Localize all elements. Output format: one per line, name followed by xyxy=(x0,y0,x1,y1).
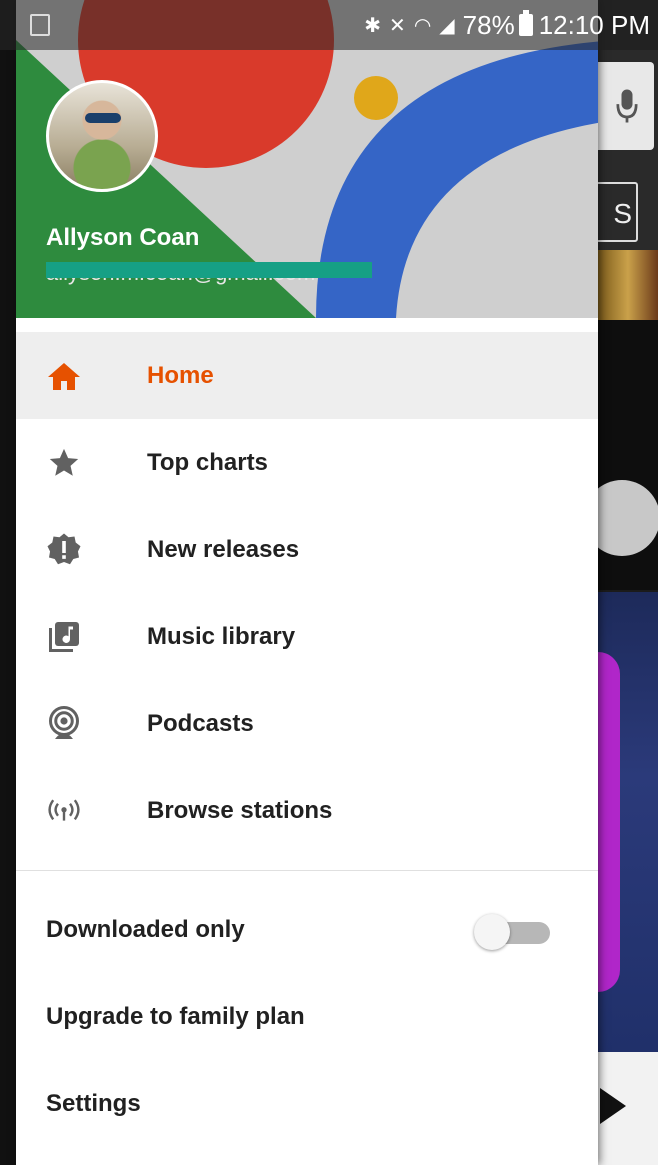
menu-item-home[interactable]: Home xyxy=(16,332,598,419)
menu-item-podcasts[interactable]: Podcasts xyxy=(16,680,598,767)
menu-item-new-releases[interactable]: New releases xyxy=(16,506,598,593)
bg-album-tiles xyxy=(598,250,658,320)
drawer-menu: Home Top charts New releases Music libra… xyxy=(16,332,598,854)
home-icon xyxy=(46,358,82,394)
settings-label: Settings xyxy=(46,1090,141,1117)
bg-purple-card xyxy=(598,592,658,1052)
status-icons: ✱ ✕ ◠ ◢ xyxy=(364,13,454,38)
menu-item-browse-stations[interactable]: Browse stations xyxy=(16,767,598,854)
user-name: Allyson Coan xyxy=(46,224,200,251)
mic-icon[interactable] xyxy=(616,86,638,126)
radio-icon xyxy=(46,793,82,829)
menu-label-top-charts: Top charts xyxy=(147,448,268,476)
setting-settings[interactable]: Settings xyxy=(16,1060,598,1147)
bg-outline-button[interactable]: S xyxy=(598,182,638,242)
battery-icon xyxy=(518,10,533,36)
menu-label-podcasts: Podcasts xyxy=(147,709,254,737)
mute-icon: ✕ xyxy=(389,14,406,37)
upgrade-family-plan-label: Upgrade to family plan xyxy=(46,1003,305,1030)
downloaded-only-label: Downloaded only xyxy=(46,916,245,943)
email-redaction-bar xyxy=(46,262,372,278)
menu-item-music-library[interactable]: Music library xyxy=(16,593,598,680)
play-icon[interactable] xyxy=(600,1088,626,1124)
signal-icon: ◢ xyxy=(439,14,455,37)
battery-percent: 78% xyxy=(462,9,515,40)
wifi-icon: ◠ xyxy=(413,14,432,37)
divider xyxy=(16,870,598,871)
menu-label-music-library: Music library xyxy=(147,622,296,650)
menu-label-home: Home xyxy=(147,361,214,389)
background-app: S xyxy=(598,0,658,1165)
screen-rotate-icon xyxy=(30,14,50,36)
star-icon xyxy=(46,445,82,481)
menu-label-browse-stations: Browse stations xyxy=(147,796,333,824)
menu-item-top-charts[interactable]: Top charts xyxy=(16,419,598,506)
menu-label-new-releases: New releases xyxy=(147,535,300,563)
setting-upgrade-family-plan[interactable]: Upgrade to family plan xyxy=(16,973,598,1060)
setting-downloaded-only[interactable]: Downloaded only xyxy=(16,886,598,973)
avatar[interactable] xyxy=(46,80,158,192)
downloaded-only-toggle[interactable] xyxy=(474,912,550,950)
bluetooth-icon: ✱ xyxy=(364,14,382,37)
new-releases-icon xyxy=(46,532,82,568)
toggle-thumb[interactable] xyxy=(474,914,510,950)
navigation-drawer: Allyson Coan allyson.m.coan@gmail.com Ho… xyxy=(16,0,598,1165)
status-bar: ✱ ✕ ◠ ◢ 78% 12:10 PM xyxy=(0,0,658,50)
clock: 12:10 PM xyxy=(538,9,650,40)
mini-player[interactable] xyxy=(598,1052,658,1165)
podcast-icon xyxy=(46,706,82,742)
music-library-icon xyxy=(46,619,82,655)
play-circle-icon[interactable] xyxy=(598,480,658,556)
